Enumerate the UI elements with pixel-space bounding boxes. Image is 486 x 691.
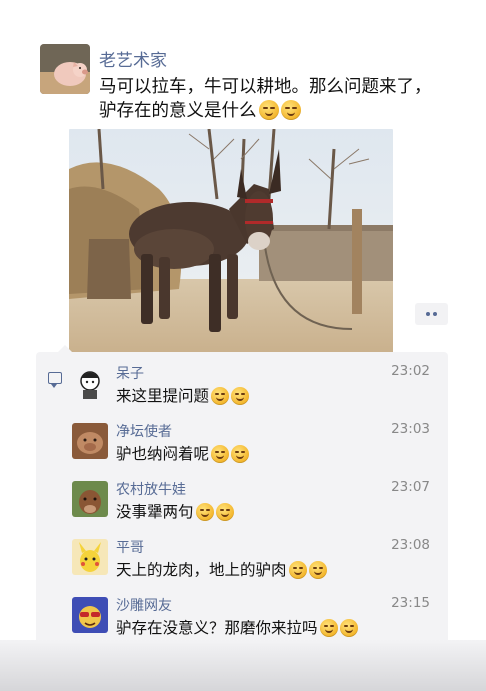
post-author-name[interactable]: 老艺术家 — [99, 46, 167, 71]
pig-face-icon — [72, 423, 108, 459]
smile-emoji-icon — [339, 619, 358, 637]
comment-time: 23:03 — [391, 421, 430, 437]
smirk-emoji-icon — [258, 100, 279, 120]
comment-item[interactable]: 呆子 23:02 来这里提问题 — [72, 360, 432, 418]
laugh-emoji-icon — [231, 445, 250, 463]
pig-avatar[interactable] — [72, 423, 108, 459]
comment-item[interactable]: 平哥 23:08 天上的龙肉，地上的驴肉 — [72, 534, 432, 592]
comment-item[interactable]: 农村放牛娃 23:07 没事犟两句 — [72, 476, 432, 534]
comment-author[interactable]: 呆子 — [116, 363, 144, 383]
pikachu-avatar[interactable] — [72, 539, 108, 575]
pikachu-icon — [72, 539, 108, 575]
comment-text: 驴也纳闷着呢 — [116, 442, 250, 464]
cow-face-icon — [72, 481, 108, 517]
comment-author[interactable]: 沙雕网友 — [116, 595, 172, 615]
comment-author[interactable]: 平哥 — [116, 537, 144, 557]
grimace-emoji-icon — [211, 387, 230, 405]
bottom-fade — [0, 640, 486, 691]
comment-time: 23:02 — [391, 363, 430, 379]
post-text: 马可以拉车，牛可以耕地。那么问题来了，驴存在的意义是什么 — [99, 75, 439, 123]
post-photo[interactable] — [69, 129, 393, 355]
comment-text: 来这里提问题 — [116, 384, 250, 406]
comment-text-content: 天上的龙肉，地上的驴肉 — [116, 561, 287, 579]
cartoon-face-icon — [72, 365, 108, 401]
laugh-emoji-icon — [211, 445, 230, 463]
sunglasses-cartoon-icon — [72, 597, 108, 633]
drool-emoji-icon — [288, 561, 307, 579]
cartoon-avatar[interactable] — [72, 365, 108, 401]
comment-time: 23:08 — [391, 537, 430, 553]
grimace-emoji-icon — [231, 387, 250, 405]
comment-item[interactable]: 净坛使者 23:03 驴也纳闷着呢 — [72, 418, 432, 476]
comment-text: 没事犟两句 — [116, 500, 234, 522]
smirk-emoji-icon — [280, 100, 301, 120]
comment-text-content: 来这里提问题 — [116, 387, 210, 405]
grin-emoji-icon — [195, 503, 214, 521]
comment-text-content: 没事犟两句 — [116, 503, 194, 521]
comment-time: 23:07 — [391, 479, 430, 495]
comment-text-content: 驴存在没意义？那磨你来拉吗 — [116, 619, 318, 637]
comment-author[interactable]: 农村放牛娃 — [116, 479, 186, 499]
comment-text: 天上的龙肉，地上的驴肉 — [116, 558, 327, 580]
comment-icon — [48, 372, 62, 388]
pig-photo-icon — [40, 44, 90, 94]
drool-emoji-icon — [308, 561, 327, 579]
sunglasses-avatar[interactable] — [72, 597, 108, 633]
donkey-photo-icon — [69, 129, 393, 355]
dot-icon — [433, 312, 437, 316]
comment-text: 驴存在没意义？那磨你来拉吗 — [116, 616, 358, 638]
comment-section: 呆子 23:02 来这里提问题 净坛使者 23:03 驴也纳闷着呢 农村放牛娃 … — [36, 345, 448, 652]
smile-emoji-icon — [319, 619, 338, 637]
more-actions-button[interactable] — [415, 303, 448, 325]
comment-author[interactable]: 净坛使者 — [116, 421, 172, 441]
author-avatar[interactable] — [40, 44, 90, 94]
comment-time: 23:15 — [391, 595, 430, 611]
cow-avatar[interactable] — [72, 481, 108, 517]
grin-emoji-icon — [215, 503, 234, 521]
comment-text-content: 驴也纳闷着呢 — [116, 445, 210, 463]
dot-icon — [426, 312, 430, 316]
